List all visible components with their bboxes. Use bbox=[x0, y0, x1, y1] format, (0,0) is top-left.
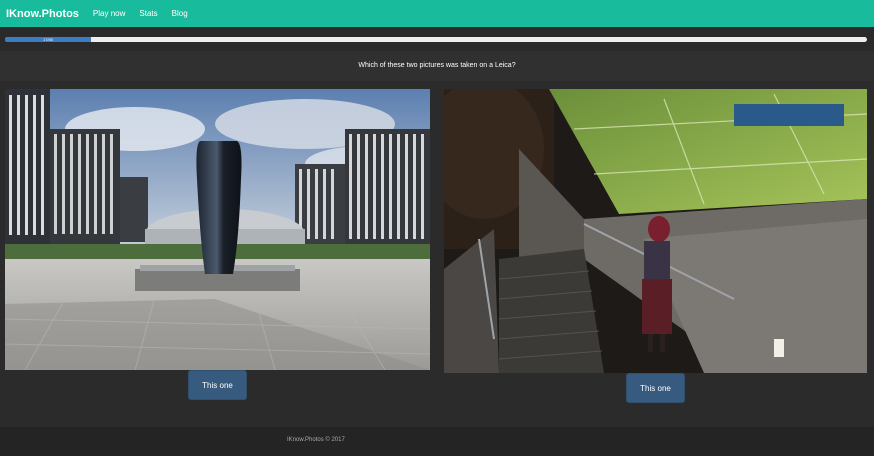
choose-right-button[interactable]: This one bbox=[626, 373, 685, 403]
plaza-sculpture-image bbox=[5, 89, 430, 370]
nav-link-play-now[interactable]: Play now bbox=[93, 9, 125, 18]
choose-left-button[interactable]: This one bbox=[188, 370, 247, 400]
progress-section: 17/80 bbox=[0, 27, 874, 51]
photo-choice-area: This one This one bbox=[0, 81, 874, 427]
progress-track bbox=[5, 37, 867, 42]
footer: IKnow.Photos © 2017 bbox=[0, 427, 874, 456]
progress-label: 17/80 bbox=[42, 37, 53, 42]
nav-link-stats[interactable]: Stats bbox=[139, 9, 157, 18]
site-brand[interactable]: IKnow.Photos bbox=[6, 8, 79, 20]
question-text: Which of these two pictures was taken on… bbox=[0, 51, 874, 81]
photo-option-right[interactable] bbox=[444, 89, 867, 373]
photo-option-left[interactable] bbox=[5, 89, 430, 370]
night-tennis-stairs-image bbox=[444, 89, 867, 373]
top-navbar: IKnow.Photos Play now Stats Blog bbox=[0, 0, 874, 27]
footer-copyright: IKnow.Photos © 2017 bbox=[287, 437, 345, 443]
nav-link-blog[interactable]: Blog bbox=[172, 9, 188, 18]
